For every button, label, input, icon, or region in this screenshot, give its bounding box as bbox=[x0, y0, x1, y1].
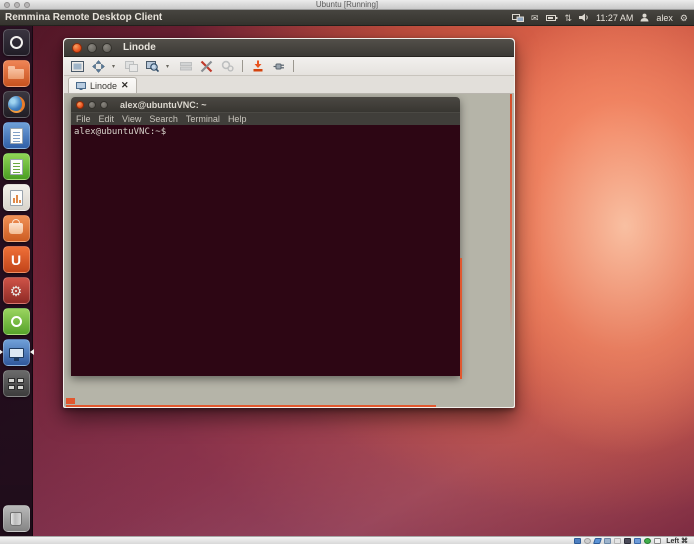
close-button[interactable] bbox=[76, 101, 84, 109]
workspace-switcher-icon[interactable] bbox=[3, 370, 30, 397]
network-monitors-icon[interactable] bbox=[512, 13, 524, 23]
menu-edit[interactable]: Edit bbox=[99, 114, 115, 124]
gears-icon[interactable] bbox=[220, 59, 235, 74]
host-key-label: Left ⌘ bbox=[666, 537, 688, 544]
tools-icon[interactable] bbox=[199, 59, 214, 74]
ubuntu-software-center-icon[interactable] bbox=[3, 215, 30, 242]
impress-chart-glyph bbox=[10, 190, 23, 206]
trash-icon[interactable] bbox=[3, 505, 30, 532]
video-capture-icon[interactable] bbox=[634, 538, 641, 544]
toolbar-separator bbox=[293, 60, 294, 72]
shared-folders-icon[interactable] bbox=[614, 538, 621, 544]
terminal-menubar: File Edit View Search Terminal Help bbox=[71, 112, 460, 125]
desktop-wallpaper: U ⚙ Linode bbox=[0, 26, 694, 536]
unity-launcher: U ⚙ bbox=[0, 26, 33, 536]
remmina-icon[interactable] bbox=[3, 339, 30, 366]
disconnect-icon[interactable] bbox=[271, 59, 286, 74]
maximize-button[interactable] bbox=[100, 101, 108, 109]
running-indicator-arrow bbox=[0, 349, 3, 355]
grab-keyboard-icon[interactable] bbox=[178, 59, 193, 74]
network-status-icon[interactable] bbox=[644, 538, 651, 544]
monitor-glyph bbox=[9, 348, 24, 358]
vnc-artifact-line bbox=[460, 258, 462, 379]
optical-disc-icon[interactable] bbox=[584, 538, 591, 544]
connect-icon[interactable] bbox=[250, 59, 265, 74]
remmina-tabbar: Linode ✕ bbox=[64, 76, 514, 94]
trash-can-glyph bbox=[10, 512, 22, 526]
writer-page-glyph bbox=[10, 128, 23, 144]
usb-icon[interactable] bbox=[604, 538, 611, 544]
libreoffice-impress-icon[interactable] bbox=[3, 184, 30, 211]
terminal-screen[interactable]: alex@ubuntuVNC:~$ bbox=[71, 125, 460, 376]
tab-display-icon bbox=[76, 82, 86, 90]
user-icon[interactable] bbox=[640, 13, 649, 22]
shell-prompt: alex@ubuntuVNC:~$ bbox=[74, 127, 166, 137]
vm-window-title: Ubuntu [Running] bbox=[0, 0, 694, 10]
session-gear-icon[interactable]: ⚙ bbox=[680, 10, 688, 26]
fit-window-dropdown-icon[interactable]: ▾ bbox=[112, 63, 118, 70]
update-manager-icon[interactable] bbox=[3, 308, 30, 335]
tab-close-icon[interactable]: ✕ bbox=[121, 80, 129, 91]
network-adapter-icon[interactable] bbox=[593, 538, 602, 544]
libreoffice-calc-icon[interactable] bbox=[3, 153, 30, 180]
menu-search[interactable]: Search bbox=[149, 114, 178, 124]
remmina-window: Linode ▾ ▾ bbox=[63, 38, 515, 408]
virtualbox-vm-window: Ubuntu [Running] Remmina Remote Desktop … bbox=[0, 0, 694, 544]
username-label[interactable]: alex bbox=[656, 13, 673, 23]
connection-tab-linode[interactable]: Linode ✕ bbox=[68, 77, 137, 93]
minimize-button[interactable] bbox=[88, 101, 96, 109]
system-settings-icon[interactable]: ⚙ bbox=[3, 277, 30, 304]
vnc-artifact-line bbox=[66, 405, 436, 407]
terminal-window-title: alex@ubuntuVNC: ~ bbox=[120, 100, 207, 110]
menu-view[interactable]: View bbox=[122, 114, 141, 124]
toolbar-separator bbox=[242, 60, 243, 72]
mail-envelope-icon[interactable]: ✉ bbox=[531, 10, 539, 26]
vnc-artifact-line bbox=[510, 94, 512, 336]
home-folder-icon[interactable] bbox=[3, 60, 30, 87]
vnc-viewport[interactable]: alex@ubuntuVNC: ~ File Edit View Search … bbox=[64, 94, 514, 407]
terminal-titlebar[interactable]: alex@ubuntuVNC: ~ bbox=[71, 97, 460, 112]
remmina-window-title: Linode bbox=[123, 42, 156, 53]
sync-arrows-icon[interactable]: ⇅ bbox=[565, 10, 573, 26]
vm-titlebar[interactable]: Ubuntu [Running] bbox=[0, 0, 694, 10]
scaled-mode-icon[interactable] bbox=[124, 59, 139, 74]
maximize-button[interactable] bbox=[102, 43, 112, 53]
ubuntu-logo bbox=[10, 36, 23, 49]
minimize-button[interactable] bbox=[87, 43, 97, 53]
hdd-icon[interactable] bbox=[574, 538, 581, 544]
fullscreen-icon[interactable] bbox=[70, 59, 85, 74]
calc-page-glyph bbox=[10, 159, 23, 175]
tab-label: Linode bbox=[90, 81, 117, 91]
menu-terminal[interactable]: Terminal bbox=[186, 114, 220, 124]
menu-help[interactable]: Help bbox=[228, 114, 247, 124]
remote-terminal-window: alex@ubuntuVNC: ~ File Edit View Search … bbox=[71, 97, 460, 376]
indicator-area: ✉ ⇅ 11:27 AM alex ⚙ bbox=[512, 10, 694, 26]
firefox-globe bbox=[8, 96, 25, 113]
zoom-dropdown-icon[interactable]: ▾ bbox=[166, 63, 172, 70]
libreoffice-writer-icon[interactable] bbox=[3, 122, 30, 149]
clock[interactable]: 11:27 AM bbox=[596, 13, 633, 23]
close-button[interactable] bbox=[72, 43, 82, 53]
shopping-bag-glyph bbox=[9, 223, 23, 234]
focused-indicator-arrow bbox=[30, 349, 34, 355]
battery-icon[interactable] bbox=[546, 14, 558, 22]
auto-resize-icon[interactable] bbox=[654, 538, 661, 544]
app-menu-title[interactable]: Remmina Remote Desktop Client bbox=[0, 12, 162, 23]
virtualbox-statusbar: Left ⌘ bbox=[0, 536, 694, 544]
volume-icon[interactable] bbox=[579, 13, 589, 22]
display-icon[interactable] bbox=[624, 538, 631, 544]
menu-file[interactable]: File bbox=[76, 114, 91, 124]
remmina-toolbar: ▾ ▾ bbox=[64, 57, 514, 76]
workspace-grid-glyph bbox=[8, 378, 24, 390]
ubuntu-top-panel: Remmina Remote Desktop Client ✉ ⇅ 11:27 … bbox=[0, 10, 694, 26]
fit-window-icon[interactable] bbox=[91, 59, 106, 74]
ubuntu-logo bbox=[11, 316, 22, 327]
remmina-titlebar[interactable]: Linode bbox=[64, 39, 514, 57]
firefox-icon[interactable] bbox=[3, 91, 30, 118]
ubuntu-one-icon[interactable]: U bbox=[3, 246, 30, 273]
zoom-icon[interactable] bbox=[145, 59, 160, 74]
dash-home-icon[interactable] bbox=[3, 29, 30, 56]
vnc-artifact-blob bbox=[66, 398, 75, 404]
folder-glyph bbox=[8, 69, 24, 79]
